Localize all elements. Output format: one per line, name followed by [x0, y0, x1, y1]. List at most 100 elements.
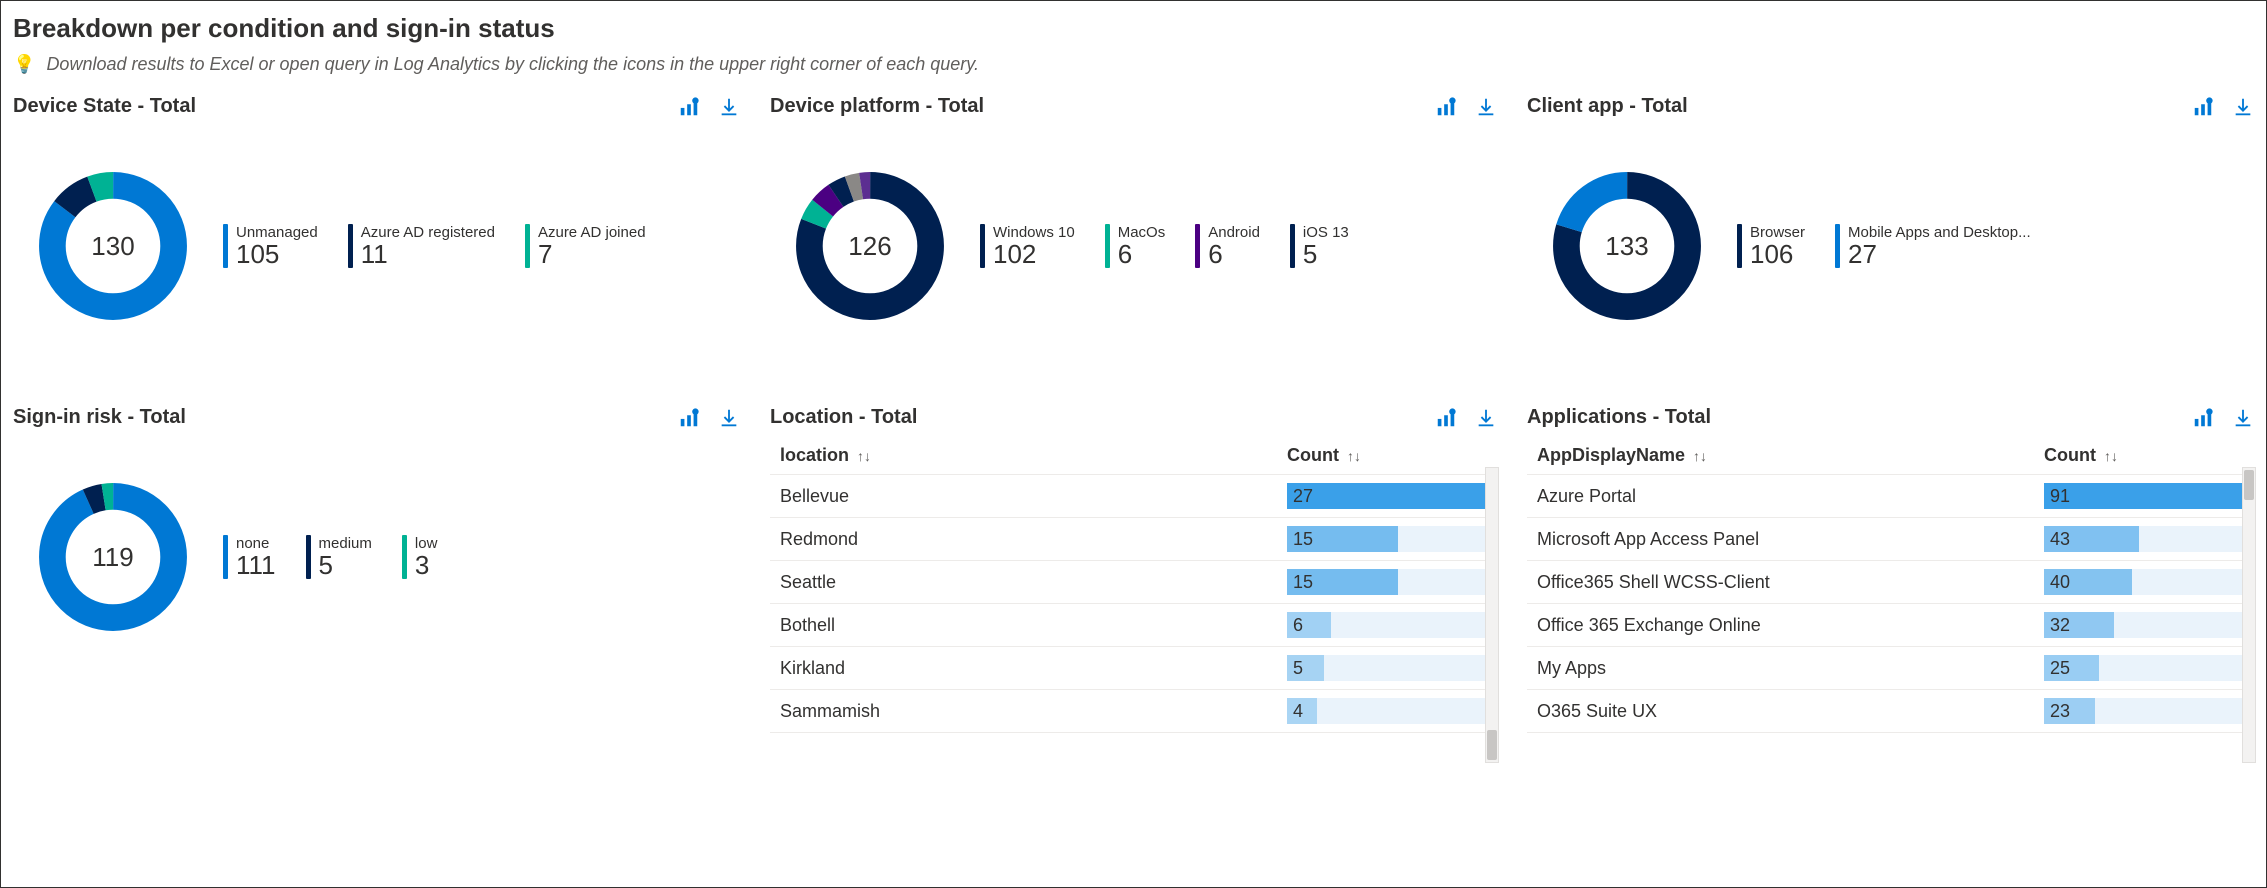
row-name: Sammamish [780, 701, 1287, 722]
legend-item: none111 [223, 535, 276, 579]
legend-swatch [1290, 224, 1295, 268]
column-header[interactable]: Count↑↓ [1287, 445, 1487, 466]
hint-text: Download results to Excel or open query … [46, 54, 979, 74]
sort-icon[interactable]: ↑↓ [1347, 448, 1361, 464]
table-row[interactable]: My Apps25 [1527, 647, 2254, 690]
column-header[interactable]: Count↑↓ [2044, 445, 2244, 466]
legend-value: 5 [1303, 241, 1349, 267]
row-count-cell: 15 [1287, 569, 1487, 595]
download-icon[interactable] [718, 96, 740, 118]
row-count: 27 [1287, 483, 1487, 509]
table-row[interactable]: Redmond15 [770, 518, 1497, 561]
download-icon[interactable] [1475, 407, 1497, 429]
legend: Windows 10102MacOs6Android6iOS 135 [980, 224, 1349, 268]
legend: Browser106Mobile Apps and Desktop...27 [1737, 224, 2031, 268]
row-count: 5 [1287, 655, 1487, 681]
row-count-cell: 15 [1287, 526, 1487, 552]
row-name: Office 365 Exchange Online [1537, 615, 2044, 636]
table-row[interactable]: Bellevue27 [770, 475, 1497, 518]
row-count: 15 [1287, 569, 1487, 595]
table-row[interactable]: Office365 Shell WCSS-Client40 [1527, 561, 2254, 604]
row-count: 32 [2044, 612, 2244, 638]
panel-location: Location - Total location↑↓Count↑↓Bellev… [770, 406, 1497, 733]
legend-value: 27 [1848, 241, 2031, 267]
legend-value: 6 [1118, 241, 1166, 267]
row-count: 40 [2044, 569, 2244, 595]
row-count-cell: 6 [1287, 612, 1487, 638]
download-icon[interactable] [1475, 96, 1497, 118]
row-name: Seattle [780, 572, 1287, 593]
table-row[interactable]: Kirkland5 [770, 647, 1497, 690]
legend-item: medium5 [306, 535, 372, 579]
panel-signin-risk: Sign-in risk - Total 119 none111 medium5 l… [13, 406, 740, 733]
log-analytics-icon[interactable] [1435, 96, 1457, 118]
log-analytics-icon[interactable] [2192, 407, 2214, 429]
table-header: AppDisplayName↑↓Count↑↓ [1527, 437, 2254, 475]
legend-value: 111 [236, 552, 276, 578]
scrollbar[interactable] [1485, 467, 1499, 763]
download-icon[interactable] [2232, 96, 2254, 118]
legend-item: Azure AD registered11 [348, 224, 495, 268]
download-icon[interactable] [718, 407, 740, 429]
panel-title: Client app - Total [1527, 95, 1688, 118]
sort-icon[interactable]: ↑↓ [2104, 448, 2118, 464]
panel-device-platform: Device platform - Total 126 Windows 1010… [770, 95, 1497, 366]
row-count-cell: 32 [2044, 612, 2244, 638]
scrollbar[interactable] [2242, 467, 2256, 763]
log-analytics-icon[interactable] [2192, 96, 2214, 118]
page-title: Breakdown per condition and sign-in stat… [13, 13, 2254, 44]
legend-value: 102 [993, 241, 1075, 267]
legend-item: low3 [402, 535, 438, 579]
donut-total: 119 [33, 477, 193, 637]
legend-label: Azure AD joined [538, 224, 646, 241]
donut-chart: 119 [33, 477, 193, 637]
table-row[interactable]: Office 365 Exchange Online32 [1527, 604, 2254, 647]
table-row[interactable]: Microsoft App Access Panel43 [1527, 518, 2254, 561]
workbook-page: Breakdown per condition and sign-in stat… [0, 0, 2267, 888]
log-analytics-icon[interactable] [1435, 407, 1457, 429]
legend-value: 5 [319, 552, 372, 578]
donut-total: 133 [1547, 166, 1707, 326]
legend-value: 105 [236, 241, 318, 267]
download-icon[interactable] [2232, 407, 2254, 429]
table-row[interactable]: O365 Suite UX23 [1527, 690, 2254, 733]
scrollbar-thumb[interactable] [2244, 470, 2254, 500]
column-header[interactable]: AppDisplayName↑↓ [1537, 445, 2044, 466]
row-name: Office365 Shell WCSS-Client [1537, 572, 2044, 593]
panel-applications: Applications - Total AppDisplayName↑↓Cou… [1527, 406, 2254, 733]
legend-swatch [980, 224, 985, 268]
panel-title: Device platform - Total [770, 95, 984, 118]
legend-swatch [306, 535, 311, 579]
donut-chart: 126 [790, 166, 950, 326]
row-name: Redmond [780, 529, 1287, 550]
legend-swatch [348, 224, 353, 268]
column-header[interactable]: location↑↓ [780, 445, 1287, 466]
legend-value: 3 [415, 552, 438, 578]
panel-title: Device State - Total [13, 95, 196, 118]
row-count: 25 [2044, 655, 2244, 681]
log-analytics-icon[interactable] [678, 407, 700, 429]
legend-swatch [1835, 224, 1840, 268]
legend-swatch [1737, 224, 1742, 268]
row-count-cell: 40 [2044, 569, 2244, 595]
legend: none111 medium5 low3 [223, 535, 437, 579]
sort-icon[interactable]: ↑↓ [1693, 448, 1707, 464]
table-row[interactable]: Azure Portal91 [1527, 475, 2254, 518]
sort-icon[interactable]: ↑↓ [857, 448, 871, 464]
scrollbar-thumb[interactable] [1487, 730, 1497, 760]
donut-total: 130 [33, 166, 193, 326]
legend-item: Mobile Apps and Desktop...27 [1835, 224, 2031, 268]
donut-total: 126 [790, 166, 950, 326]
panel-title: Sign-in risk - Total [13, 406, 186, 429]
log-analytics-icon[interactable] [678, 96, 700, 118]
row-count: 43 [2044, 526, 2244, 552]
legend-item: iOS 135 [1290, 224, 1349, 268]
table-row[interactable]: Sammamish4 [770, 690, 1497, 733]
row-name: Microsoft App Access Panel [1537, 529, 2044, 550]
legend-swatch [223, 224, 228, 268]
table-row[interactable]: Bothell6 [770, 604, 1497, 647]
panel-client-app: Client app - Total 133 Browser106Mobile … [1527, 95, 2254, 366]
table-row[interactable]: Seattle15 [770, 561, 1497, 604]
row-name: My Apps [1537, 658, 2044, 679]
donut-chart: 133 [1547, 166, 1707, 326]
